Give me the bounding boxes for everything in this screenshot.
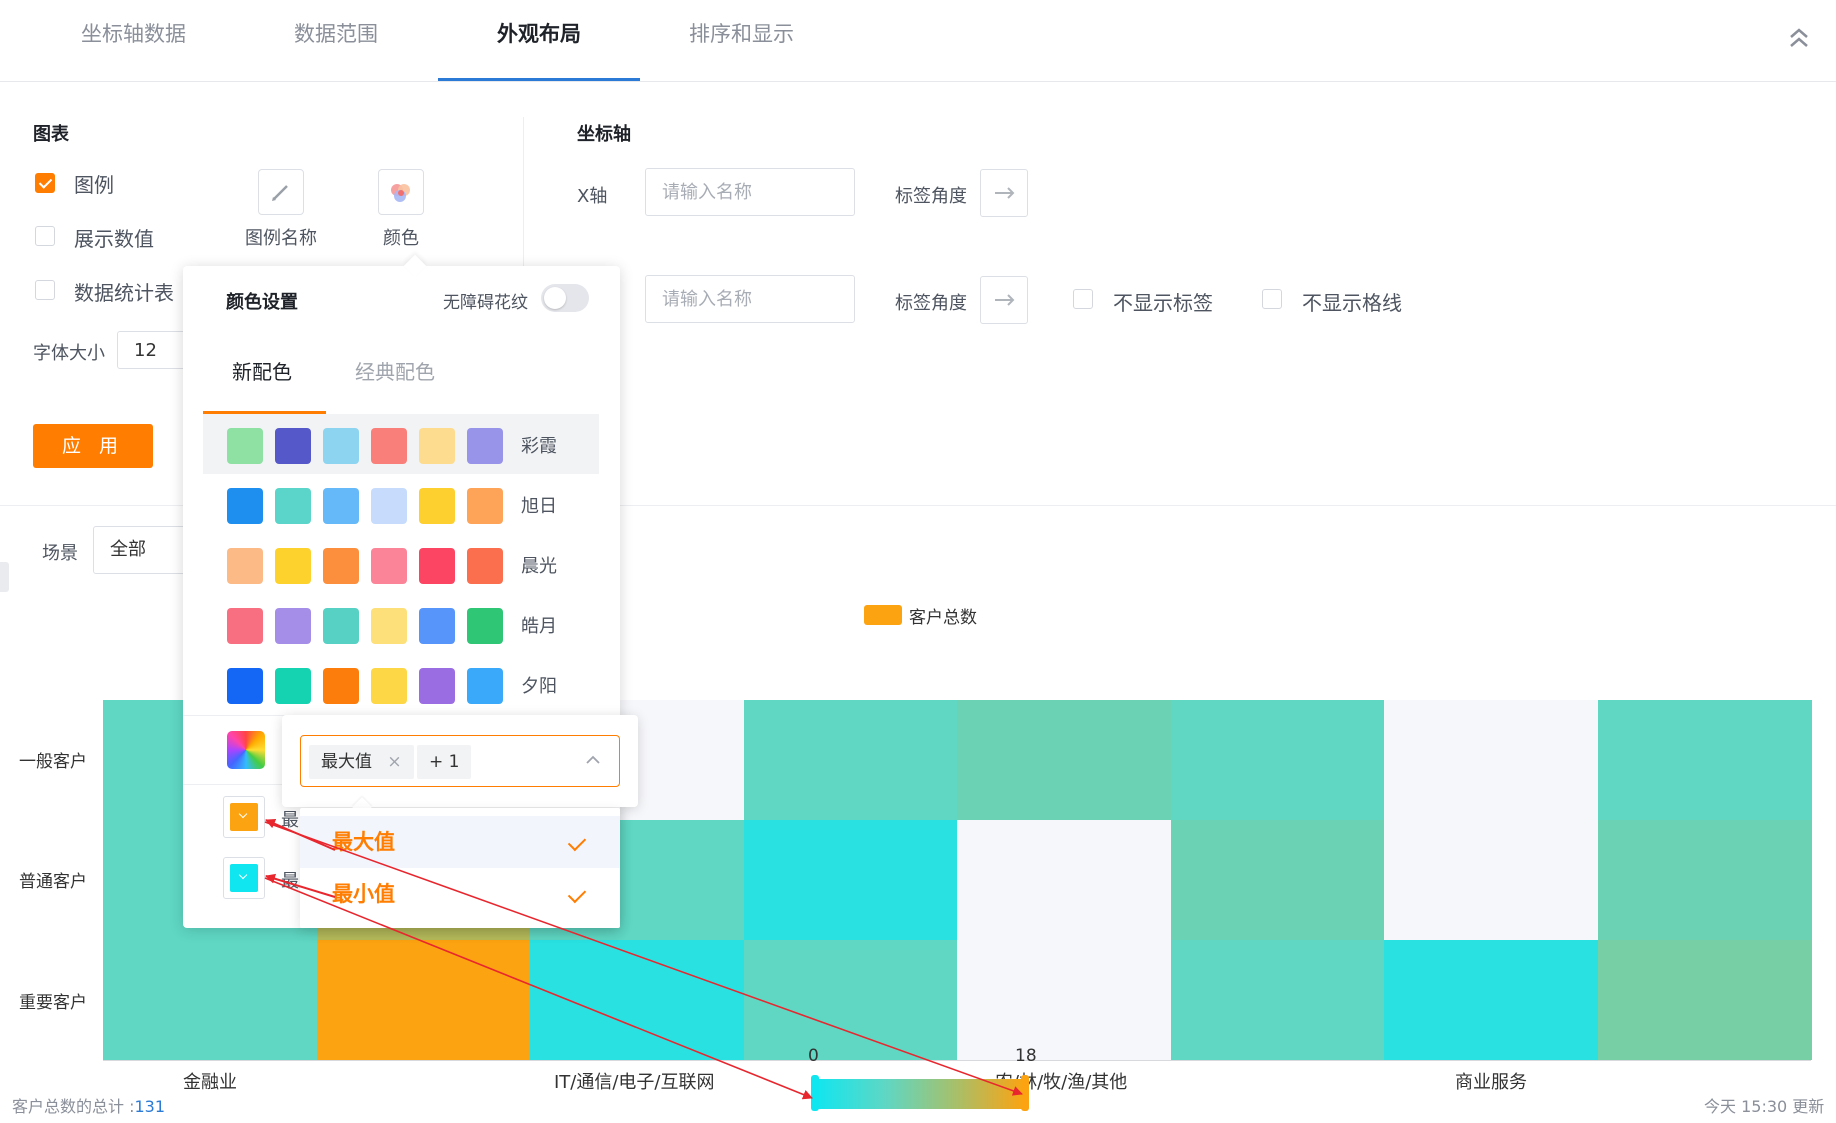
arrow-line [264, 821, 1023, 1096]
arrow-line [265, 873, 336, 898]
arrow-line [264, 877, 813, 1100]
annotation-arrows [264, 819, 1023, 1100]
